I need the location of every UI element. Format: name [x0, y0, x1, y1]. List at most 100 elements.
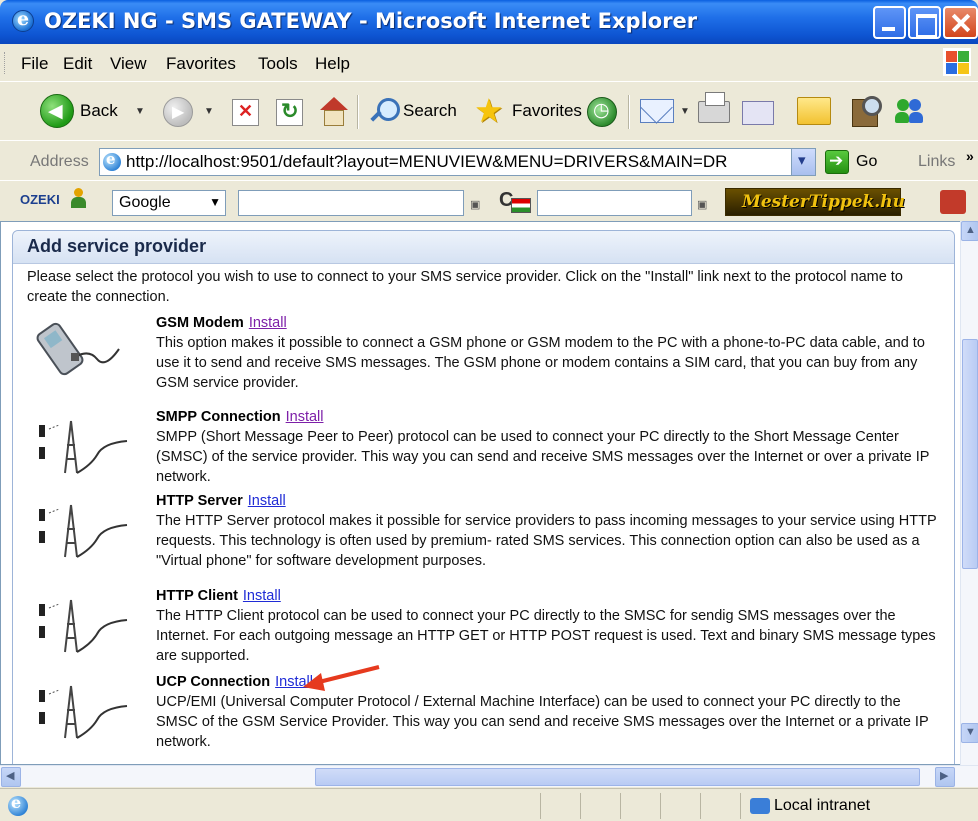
page-icon [103, 150, 121, 171]
provider-description: The HTTP Server protocol makes it possib… [156, 513, 937, 569]
chevron-down-icon: ▼ [209, 195, 221, 209]
annotation-arrow-icon [303, 665, 380, 691]
history-icon[interactable] [587, 97, 617, 127]
scroll-left-icon[interactable] [1, 767, 21, 787]
standard-toolbar: Back ▼ ▼ Search ★ Favorites ▼ [0, 83, 978, 141]
menu-edit[interactable]: Edit [63, 54, 92, 74]
menu-favorites[interactable]: Favorites [166, 54, 236, 74]
menu-bar: File Edit View Favorites Tools Help [0, 44, 978, 82]
edit-icon[interactable] [742, 101, 774, 125]
back-button-label[interactable]: Back [80, 101, 118, 121]
forward-arrow-icon[interactable] [163, 97, 193, 127]
address-url[interactable]: http://localhost:9501/default?layout=MEN… [126, 152, 727, 172]
mestertippek-label: MesterTippek.hu [742, 192, 905, 212]
provider-description: UCP/EMI (Universal Computer Protocol / E… [156, 694, 929, 750]
section-header: Add service provider [13, 231, 954, 264]
provider-panel: Add service provider Please select the p… [12, 230, 955, 764]
toolbar-separator [357, 95, 359, 129]
address-bar: Address http://localhost:9501/default?la… [0, 142, 978, 181]
content-frame: Add service provider Please select the p… [0, 221, 960, 765]
search-button-label[interactable]: Search [403, 101, 457, 121]
status-pane [540, 793, 541, 819]
provider-name: HTTP Client Install [156, 588, 281, 604]
mestertippek-badge[interactable]: MesterTippek.hu [725, 188, 905, 216]
status-bar: Local intranet [0, 788, 978, 821]
binoculars-icon[interactable]: ▣ [470, 198, 480, 211]
menu-help[interactable]: Help [315, 54, 350, 74]
search-engine-value: Google [119, 194, 171, 211]
status-pane [620, 793, 621, 819]
maximize-button[interactable] [908, 6, 941, 39]
status-pane [700, 793, 701, 819]
stop-icon[interactable] [232, 99, 259, 126]
close-button[interactable] [943, 6, 978, 39]
menu-view[interactable]: View [110, 54, 147, 74]
install-link-gsm-modem[interactable]: Install [249, 315, 287, 331]
toolbar-separator [628, 95, 630, 129]
provider-name: GSM Modem Install [156, 315, 287, 331]
search-toolbar: OZEKI Google ▼ ▣ ▣ MesterTippek.hu [0, 182, 978, 220]
status-pane [580, 793, 581, 819]
intro-text: Please select the protocol you wish to u… [27, 269, 903, 305]
ie-app-icon[interactable] [12, 8, 34, 32]
intranet-zone-icon [750, 798, 770, 814]
menu-tools[interactable]: Tools [258, 54, 298, 74]
folder-icon[interactable] [797, 97, 831, 125]
provider-name: SMPP Connection Install [156, 409, 324, 425]
refresh-icon[interactable] [276, 99, 303, 126]
mail-icon[interactable] [640, 99, 674, 123]
antenna-icon [39, 504, 128, 558]
minimize-button[interactable] [873, 6, 906, 39]
window-title: OZEKI NG - SMS GATEWAY - Microsoft Inter… [44, 9, 698, 33]
address-dropdown-icon[interactable] [791, 149, 815, 175]
address-label: Address [30, 153, 89, 170]
back-dropdown-icon[interactable]: ▼ [135, 106, 145, 117]
scroll-down-icon[interactable] [961, 723, 978, 743]
provider-name: HTTP Server Install [156, 493, 286, 509]
antenna-icon [39, 685, 128, 739]
search-input[interactable] [238, 190, 464, 216]
print-icon[interactable] [698, 92, 730, 123]
provider-description: The HTTP Client protocol can be used to … [156, 608, 936, 664]
favorites-star-icon[interactable]: ★ [474, 91, 504, 130]
messenger-icon[interactable] [893, 97, 929, 125]
chevron-right-icon[interactable]: » [966, 148, 974, 164]
home-icon[interactable] [318, 95, 348, 126]
install-link-http-server[interactable]: Install [248, 493, 286, 509]
scroll-up-icon[interactable] [961, 221, 978, 241]
menu-file[interactable]: File [21, 54, 48, 74]
antenna-icon [39, 420, 128, 474]
go-button-label[interactable]: Go [856, 153, 877, 171]
page-title: Add service provider [27, 236, 207, 256]
vertical-scrollbar[interactable] [960, 221, 978, 765]
status-pane [660, 793, 661, 819]
scroll-right-icon[interactable] [935, 767, 955, 787]
install-link-http-client[interactable]: Install [243, 588, 281, 604]
toolbar-extra-icon[interactable] [940, 190, 966, 214]
go-arrow-icon[interactable] [825, 150, 849, 174]
search-input-secondary[interactable] [537, 190, 692, 216]
address-input[interactable]: http://localhost:9501/default?layout=MEN… [99, 148, 816, 176]
page-status-icon [8, 793, 28, 816]
research-icon[interactable] [850, 95, 882, 127]
search-engine-select[interactable]: Google ▼ [112, 190, 226, 216]
provider-description: This option makes it possible to connect… [156, 335, 925, 391]
links-label[interactable]: Links [918, 153, 955, 171]
mail-dropdown-icon[interactable]: ▼ [680, 106, 690, 117]
translate-flag-icon[interactable] [499, 189, 531, 214]
back-arrow-icon[interactable] [40, 94, 74, 128]
provider-description: SMPP (Short Message Peer to Peer) protoc… [156, 429, 930, 485]
ozeki-figure-icon [70, 188, 86, 208]
horizontal-scroll-thumb[interactable] [315, 768, 920, 786]
gsm-phone-icon [36, 322, 120, 376]
horizontal-scrollbar[interactable] [0, 765, 978, 787]
search-icon[interactable] [367, 96, 400, 128]
favorites-button-label[interactable]: Favorites [512, 101, 582, 121]
install-link-smpp[interactable]: Install [286, 409, 324, 425]
forward-dropdown-icon[interactable]: ▼ [204, 106, 214, 117]
menubar-grip[interactable] [4, 52, 7, 74]
binoculars-icon[interactable]: ▣ [697, 198, 707, 211]
ozeki-logo[interactable]: OZEKI [20, 192, 60, 207]
scroll-thumb[interactable] [962, 339, 978, 569]
windows-logo-icon [943, 48, 971, 76]
